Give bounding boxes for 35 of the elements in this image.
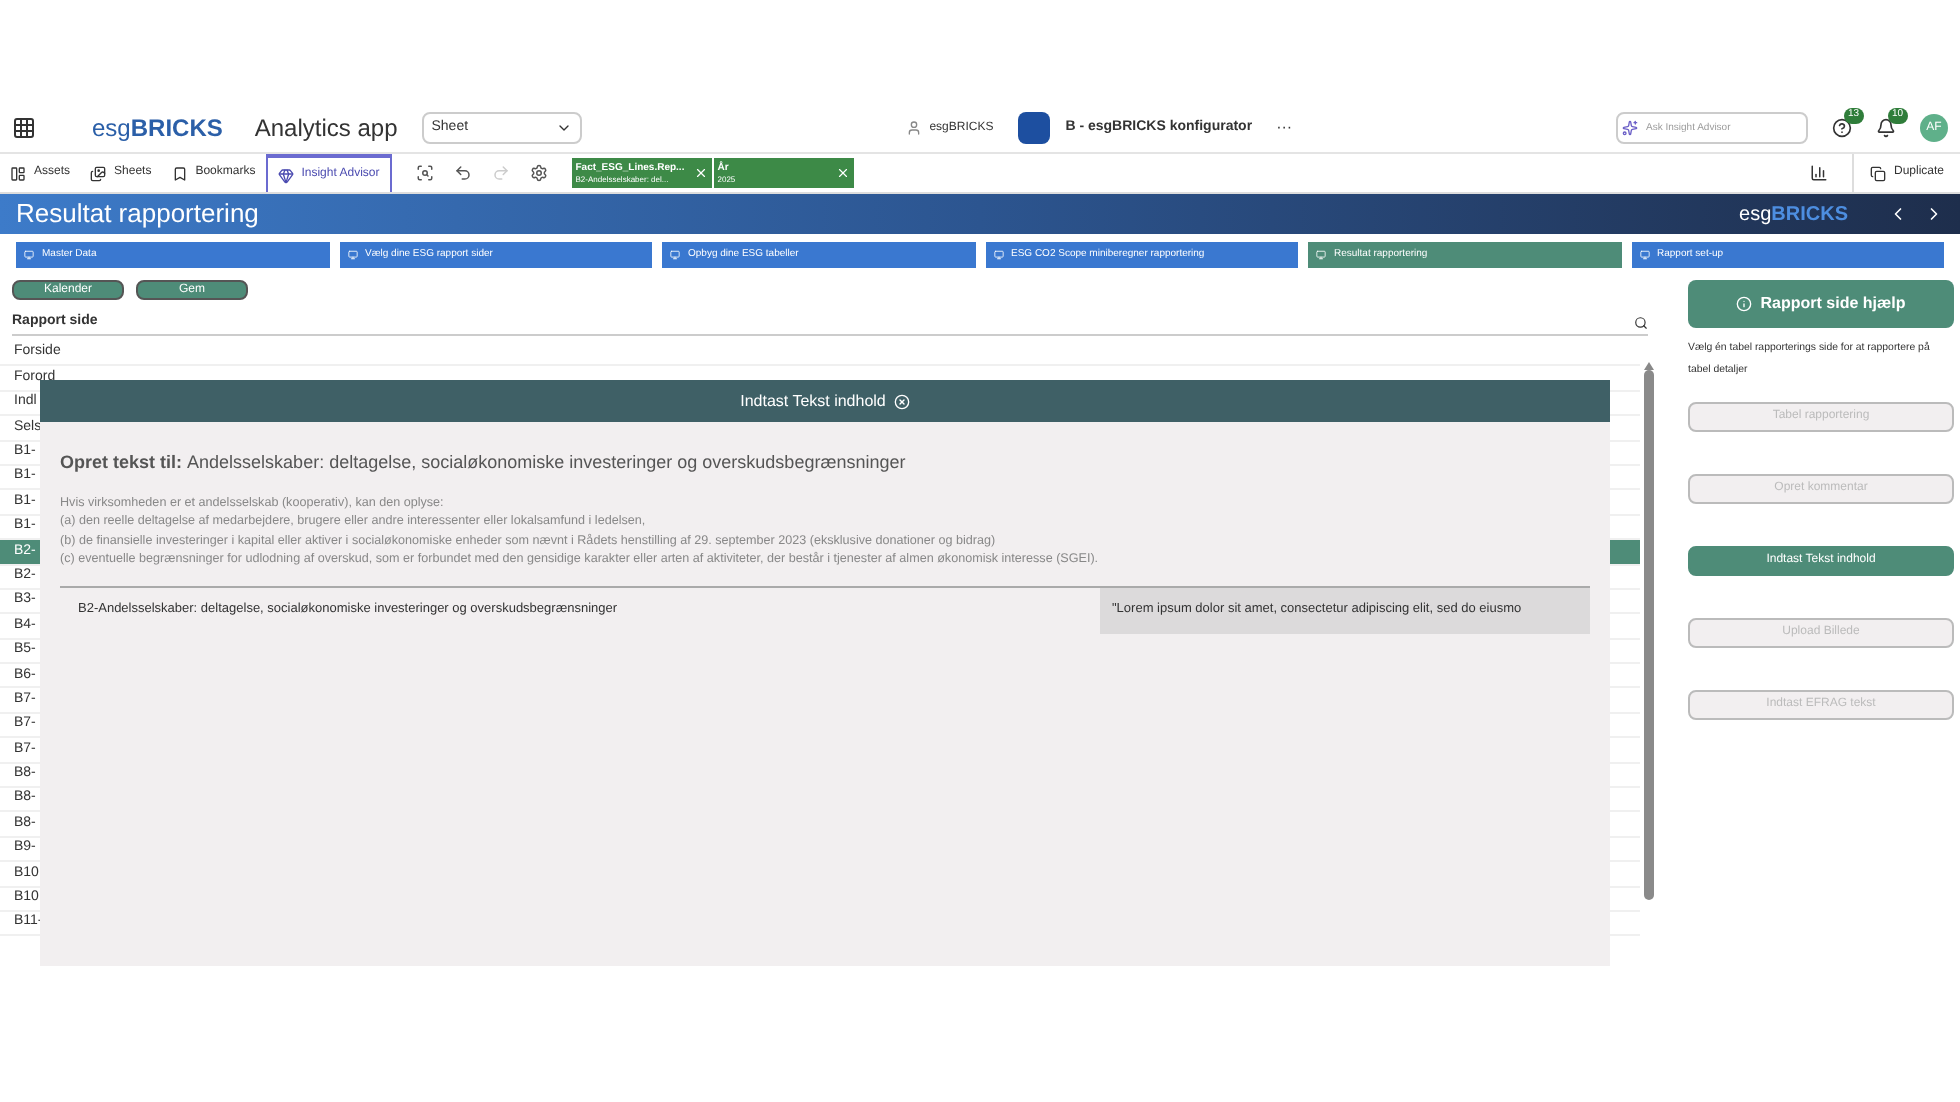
chart-icon[interactable] [1809, 164, 1828, 182]
app-name: Analytics app [254, 112, 398, 146]
app-thumbnail-icon [1017, 112, 1050, 144]
monitor-icon [347, 250, 357, 260]
monitor-icon [1639, 250, 1649, 260]
more-button[interactable]: ··· [1276, 116, 1293, 140]
close-icon[interactable] [893, 393, 910, 409]
close-icon[interactable] [693, 166, 708, 180]
tab-icon [171, 165, 188, 181]
tab-icon [90, 165, 107, 181]
notification-icon[interactable] [1876, 118, 1897, 138]
monitor-icon [24, 250, 34, 260]
monitor-icon [1316, 250, 1326, 260]
copy-icon [1869, 165, 1886, 181]
banner-logo: esgBRICKS [1739, 201, 1848, 229]
smart-search-icon[interactable] [415, 164, 434, 182]
settings-icon[interactable] [529, 164, 548, 182]
close-icon[interactable] [835, 166, 850, 180]
undo-icon[interactable] [453, 164, 472, 182]
apps-menu-icon[interactable] [12, 116, 36, 140]
sparkle-icon [1622, 120, 1639, 136]
monitor-icon [993, 250, 1003, 260]
dialog-heading: Opret tekst til: Andelsselskaber: deltagelse, socialøkonomiske investeringer og overskudsbegrænsninger [60, 450, 908, 476]
tab-icon [10, 165, 26, 181]
logo: esgBRICKS [92, 112, 223, 146]
tab-icon [277, 167, 294, 183]
help-icon[interactable] [1832, 118, 1853, 138]
help-button[interactable]: Rapport side hjælp [1688, 280, 1954, 328]
caret-icon [555, 120, 572, 136]
monitor-icon [670, 250, 680, 260]
info-icon [1736, 296, 1753, 312]
user-icon [905, 120, 922, 136]
page-title: Resultat rapportering [16, 196, 261, 233]
search-icon[interactable] [1634, 316, 1648, 330]
dialog-title: Indtast Tekst indhold [740, 389, 886, 413]
